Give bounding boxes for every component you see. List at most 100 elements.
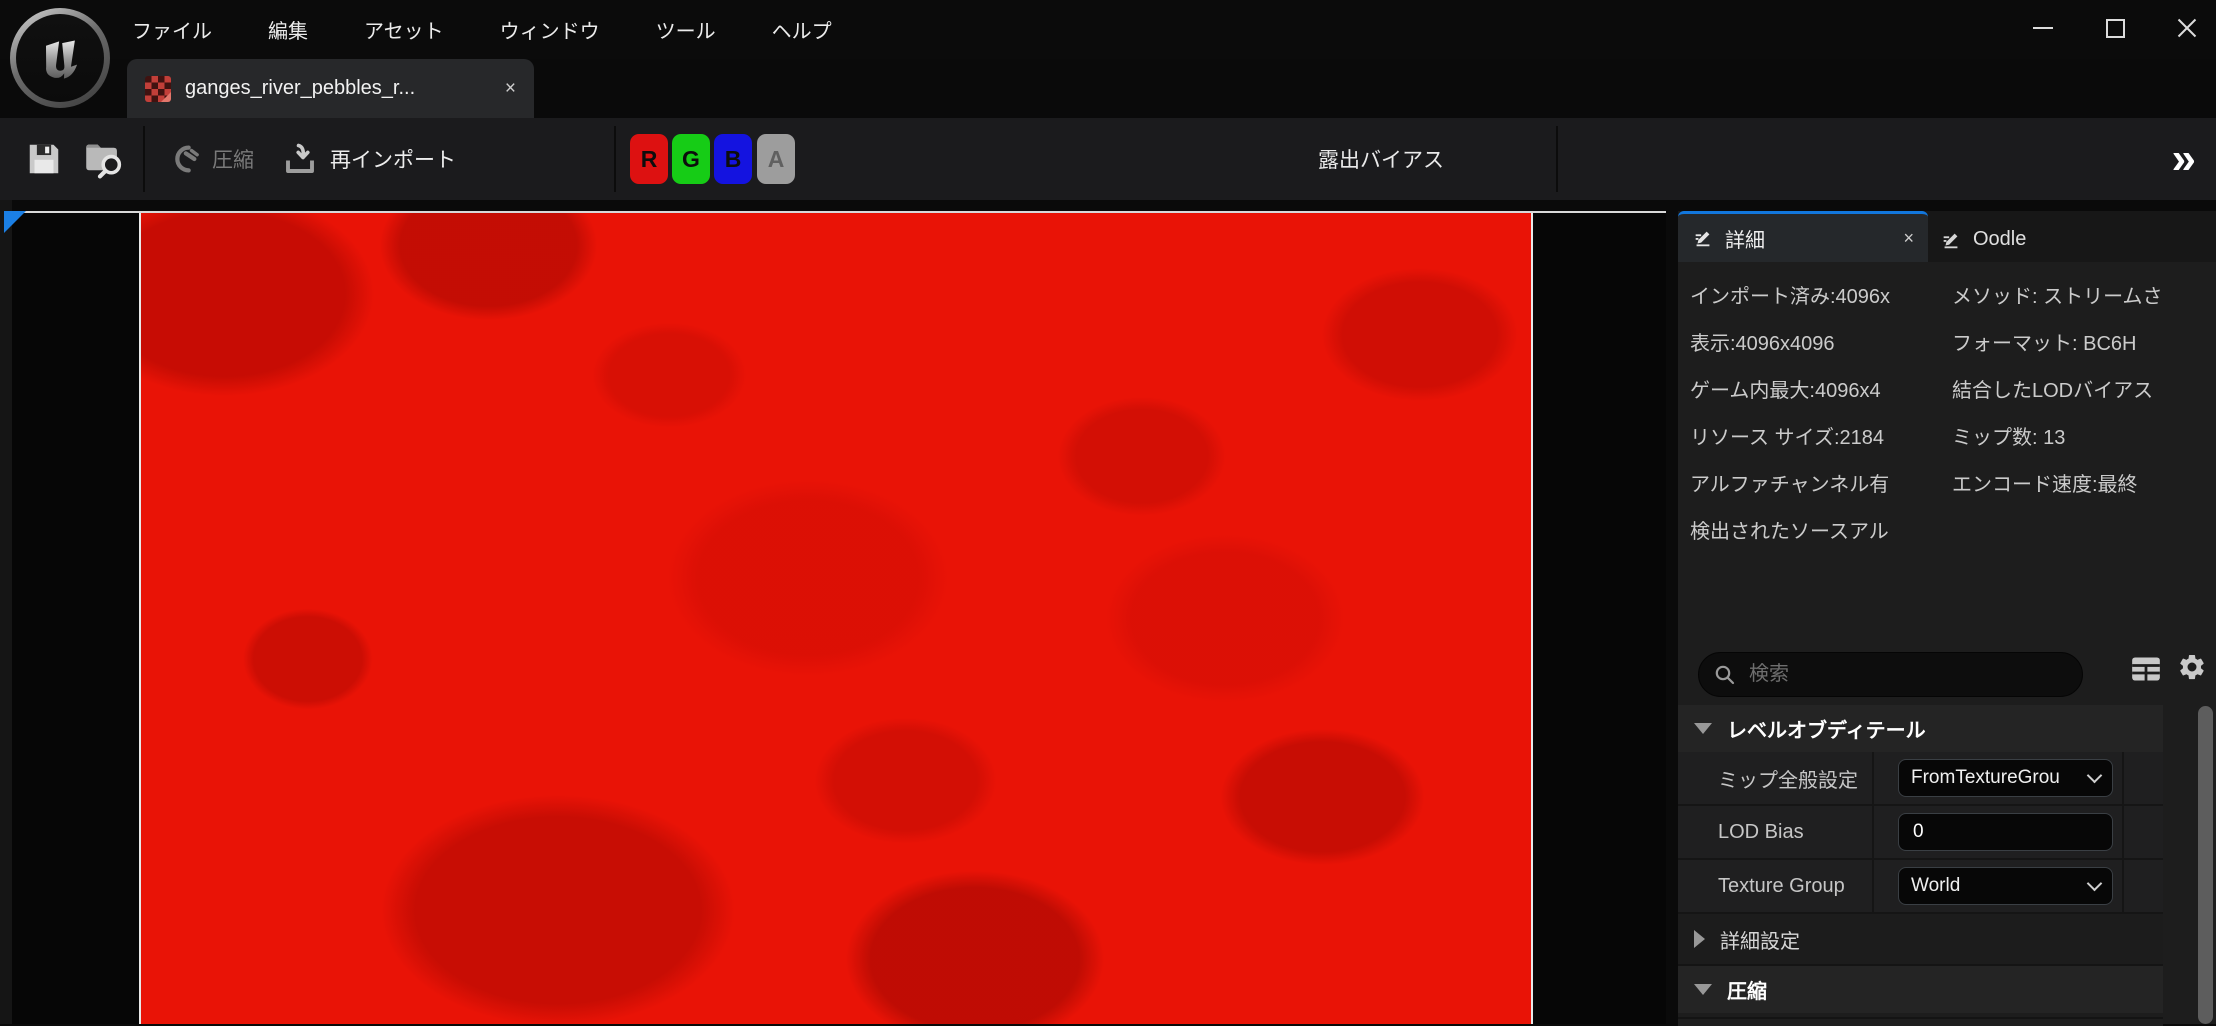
info-encode-speed: エンコード速度:最終 (1952, 462, 2214, 509)
column-divider (2122, 860, 2124, 912)
asset-tab-title: ganges_river_pebbles_r... (185, 77, 491, 100)
tab-details[interactable]: 詳細 × (1678, 211, 1928, 262)
column-divider[interactable] (1872, 860, 1874, 912)
info-alpha-channel: アルファチャンネル有 (1690, 462, 1950, 509)
column-divider (2122, 806, 2124, 858)
lod-bias-label: LOD Bias (1678, 821, 1872, 844)
mip-gen-settings-value: FromTextureGrou (1911, 767, 2060, 789)
texture-info-right-column: メソッド: ストリームさ フォーマット: BC6H 結合したLODバイアス ミッ… (1952, 274, 2214, 509)
menu-edit[interactable]: 編集 (268, 15, 308, 44)
window-left-edge (0, 200, 12, 1024)
property-row-mip-gen-settings: ミップ全般設定 FromTextureGrou (1678, 752, 2163, 806)
unreal-engine-logo-icon[interactable] (10, 8, 110, 108)
lod-property-rows: ミップ全般設定 FromTextureGrou LOD Bias Texture… (1678, 752, 2163, 914)
menu-help[interactable]: ヘルプ (772, 15, 832, 44)
details-search-box[interactable] (1698, 652, 2083, 697)
blue-channel-button[interactable]: B (714, 134, 752, 184)
texture-editor-toolbar: 圧縮 再インポート R G B A ミップ レベル + − 露出バイアス 0 » (0, 118, 2216, 200)
lod-section-label: レベルオブディテール (1727, 714, 1926, 743)
settings-gear-icon[interactable] (2177, 652, 2207, 682)
minimize-button[interactable] (2030, 15, 2056, 41)
green-channel-button[interactable]: G (672, 134, 710, 184)
triangle-down-icon (1694, 723, 1712, 734)
find-in-content-browser-button[interactable] (82, 136, 126, 182)
info-max-in-game: ゲーム内最大:4096x4 (1690, 368, 1950, 415)
minimize-icon (2033, 27, 2053, 29)
info-resource-size: リソース サイズ:2184 (1690, 415, 1950, 462)
save-floppy-icon (25, 139, 63, 179)
toolbar-separator (614, 126, 616, 192)
info-mip-count: ミップ数: 13 (1952, 415, 2214, 462)
texture-group-dropdown[interactable]: World (1898, 867, 2113, 905)
info-imported: インポート済み:4096x (1690, 274, 1950, 321)
property-row-lod-bias: LOD Bias (1678, 806, 2163, 860)
lod-bias-field[interactable] (1898, 813, 2113, 851)
property-row-texture-group: Texture Group World (1678, 860, 2163, 914)
search-input[interactable] (1747, 662, 2072, 687)
compress-label: 圧縮 (212, 144, 254, 174)
info-method: メソッド: ストリームさ (1952, 274, 2214, 321)
unreal-u-glyph (32, 30, 88, 86)
alpha-channel-button[interactable]: A (757, 134, 795, 184)
reimport-button[interactable]: 再インポート (282, 118, 456, 200)
texture-group-value: World (1911, 875, 1960, 897)
close-button[interactable] (2174, 15, 2200, 41)
double-chevron-icon: » (2172, 134, 2196, 184)
advanced-settings-label: 詳細設定 (1720, 925, 1800, 954)
toolbar-separator (143, 126, 145, 192)
oodle-pencil-icon (1940, 229, 1962, 251)
display-filter-grid-icon[interactable] (2131, 656, 2161, 682)
blue-channel-label: B (725, 146, 742, 173)
search-icon (1713, 663, 1737, 687)
details-pencil-icon (1692, 227, 1714, 249)
oodle-tab-label: Oodle (1973, 228, 2026, 251)
clamp-icon (166, 142, 200, 176)
toolbar-overflow-button[interactable]: » (2172, 118, 2196, 200)
texture-group-label: Texture Group (1678, 875, 1872, 898)
texture-preview-red-channel[interactable] (139, 213, 1533, 1024)
mip-gen-settings-dropdown[interactable]: FromTextureGrou (1898, 759, 2113, 797)
menu-tools[interactable]: ツール (656, 15, 716, 44)
maximize-icon (2106, 19, 2125, 38)
red-channel-button[interactable]: R (630, 134, 668, 184)
menu-file[interactable]: ファイル (132, 15, 212, 44)
window-controls (2030, 8, 2200, 48)
alpha-channel-label: A (768, 146, 785, 173)
reimport-arrow-icon (282, 140, 318, 178)
maximize-button[interactable] (2102, 15, 2128, 41)
viewport-focus-corner-marker (4, 211, 26, 233)
info-combined-lod-bias: 結合したLODバイアス (1952, 368, 2214, 415)
asset-tab[interactable]: ganges_river_pebbles_r... × (127, 59, 534, 118)
compress-button: 圧縮 (166, 118, 254, 200)
info-displayed: 表示:4096x4096 (1690, 321, 1950, 368)
menu-asset[interactable]: アセット (364, 15, 444, 44)
compression-section-label: 圧縮 (1727, 975, 1767, 1004)
texture-info-left-column: インポート済み:4096x 表示:4096x4096 ゲーム内最大:4096x4… (1690, 274, 1950, 556)
advanced-settings-expander[interactable]: 詳細設定 (1678, 914, 2163, 966)
chevron-down-icon (2087, 876, 2103, 892)
next-row-sliver (1678, 1017, 2163, 1026)
title-bar: ファイル 編集 アセット ウィンドウ ツール ヘルプ (0, 0, 2216, 59)
lod-bias-input[interactable] (1911, 820, 2100, 844)
menu-bar: ファイル 編集 アセット ウィンドウ ツール ヘルプ (132, 0, 832, 59)
column-divider[interactable] (1872, 752, 1874, 804)
menu-window[interactable]: ウィンドウ (500, 15, 600, 44)
details-panel: 詳細 × Oodle インポート済み:4096x 表示:4096x4096 ゲー… (1678, 211, 2216, 1024)
column-divider (2122, 752, 2124, 804)
mip-gen-settings-label: ミップ全般設定 (1678, 764, 1872, 793)
section-compression[interactable]: 圧縮 (1678, 966, 2163, 1013)
panel-scrollbar-thumb[interactable] (2198, 706, 2213, 1024)
unreal-texture-editor-window: { "window": { "menus": ["ファイル", "編集", "ア… (0, 0, 2216, 1024)
red-channel-label: R (641, 146, 658, 173)
details-tab-close-icon[interactable]: × (1903, 228, 1914, 249)
chevron-down-icon (2087, 768, 2103, 784)
column-divider[interactable] (1872, 806, 1874, 858)
section-level-of-detail[interactable]: レベルオブディテール (1678, 705, 2163, 752)
save-button[interactable] (22, 136, 66, 182)
triangle-down-icon (1694, 984, 1712, 995)
toolbar-separator (1556, 126, 1558, 192)
info-format: フォーマット: BC6H (1952, 321, 2214, 368)
tab-close-icon[interactable]: × (505, 79, 516, 98)
texture-thumbnail-icon (145, 76, 171, 102)
tab-oodle[interactable]: Oodle (1940, 217, 2026, 262)
